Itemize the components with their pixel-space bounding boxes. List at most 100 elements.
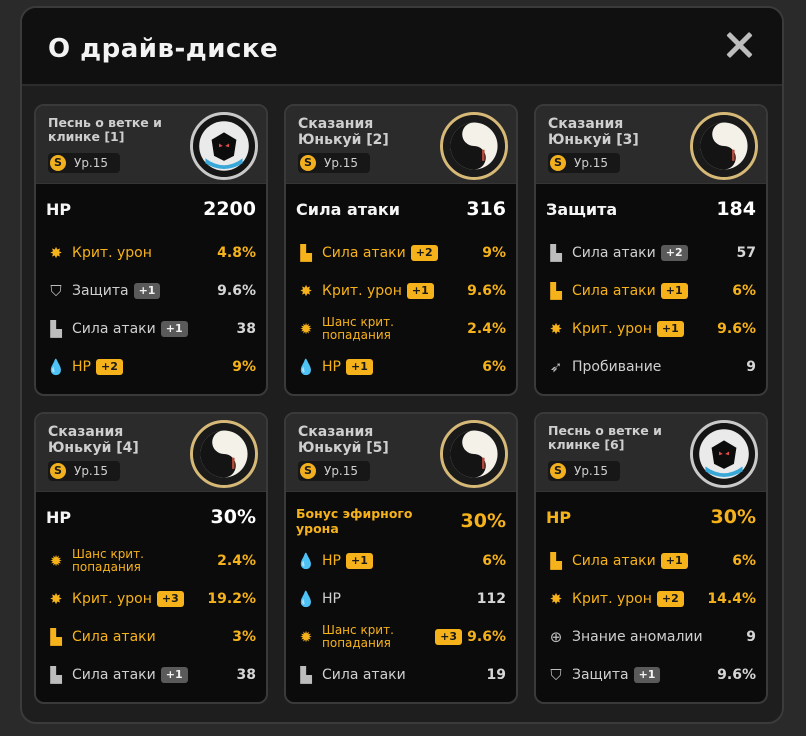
level-badge: S Ур.15	[548, 153, 620, 173]
sub-stat-label: Крит. урон	[72, 591, 152, 607]
upgrade-badge: +1	[633, 667, 661, 683]
disc-image	[440, 420, 508, 488]
disc-image	[690, 420, 758, 488]
main-stat-value: 2200	[203, 198, 256, 220]
drive-disc-card[interactable]: Сказания Юнькуй [4] S Ур.15 HP 30% ✹ Шанс крит…	[34, 412, 268, 704]
pen-icon: ➶	[549, 358, 563, 376]
drive-disc-card[interactable]: Сказания Юнькуй [3] S Ур.15 Защита 184 ▙ Сила …	[534, 104, 768, 396]
drive-disc-card[interactable]: Сказания Юнькуй [2] S Ур.15 Сила атаки 316 ▙ С…	[284, 104, 518, 396]
sub-stat-value: 9.6%	[717, 667, 756, 683]
drive-disc-card[interactable]: Песнь о ветке и клинке [6] S Ур.15 HP 30% ▙ Си…	[534, 412, 768, 704]
sub-stat-label: Сила атаки	[72, 667, 156, 683]
disc-name: Сказания Юнькуй [2]	[298, 116, 389, 148]
sub-stat-row: ✸ Крит. урон +3 19.2%	[46, 580, 256, 618]
level-badge: S Ур.15	[48, 461, 120, 481]
fist-icon: ▙	[50, 666, 62, 684]
drop-icon: 💧	[296, 552, 316, 570]
coin-icon: S	[300, 463, 316, 479]
level-badge: S Ур.15	[298, 153, 370, 173]
sub-stat-row: ▙ Сила атаки +2 9%	[296, 234, 506, 272]
sub-stat-value: 6%	[732, 553, 756, 569]
sub-stat-value: 38	[236, 321, 256, 337]
window-title: О драйв-диске	[48, 34, 279, 64]
crit-dmg-icon: ✸	[549, 320, 563, 338]
sub-stat-row: ✹ Шанс крит. попадания 2.4%	[296, 310, 506, 348]
sub-stat-value: 112	[476, 591, 506, 607]
upgrade-badge: +2	[410, 245, 438, 261]
sub-stat-row: ▙ Сила атаки +1 38	[46, 656, 256, 694]
sub-stat-value: 2.4%	[467, 321, 506, 337]
disc-image	[440, 112, 508, 180]
sub-stat-value: 19.2%	[207, 591, 256, 607]
sub-stat-value: 9	[746, 629, 756, 645]
close-icon[interactable]	[724, 30, 754, 60]
crit-dmg-icon: ✸	[549, 590, 563, 608]
card-header: Сказания Юнькуй [2] S Ур.15	[286, 106, 516, 184]
sub-stat-row: ⊕ Знание аномалии 9	[546, 618, 756, 656]
upgrade-badge: +2	[656, 591, 684, 607]
drive-disc-card[interactable]: Сказания Юнькуй [5] S Ур.15 Бонус эфирного …	[284, 412, 518, 704]
disc-name: Сказания Юнькуй [4]	[48, 424, 139, 456]
upgrade-badge: +1	[345, 553, 373, 569]
sub-stat-label: Знание аномалии	[572, 629, 703, 645]
coin-icon: S	[550, 155, 566, 171]
sub-stat-label: Сила атаки	[322, 245, 406, 261]
main-stat-label: HP	[546, 507, 572, 527]
main-stat: Бонус эфирного урона 30%	[296, 506, 506, 536]
sub-stat-value: 9%	[482, 245, 506, 261]
main-stat-value: 30%	[210, 506, 256, 528]
sub-stats: ✸ Крит. урон 4.8% ⛉ Защита +1 9.6% ▙ Сила атаки +…	[46, 234, 256, 386]
disc-name: Сказания Юнькуй [5]	[298, 424, 389, 456]
sub-stats: 💧 HP +1 6% 💧 HP 112 ✹ Шанс крит. попадания +3 9.6%…	[296, 542, 506, 694]
drive-disc-card[interactable]: Песнь о ветке и клинке [1] S Ур.15 HP 2200 ✸ К…	[34, 104, 268, 396]
upgrade-badge: +1	[160, 667, 188, 683]
sub-stat-value: 19	[486, 667, 506, 683]
fist-icon: ▙	[300, 666, 312, 684]
main-stat: HP 2200	[46, 198, 256, 220]
card-header: Сказания Юнькуй [5] S Ур.15	[286, 414, 516, 492]
fist-icon: ▙	[550, 244, 562, 262]
fist-icon: ▙	[50, 320, 62, 338]
sub-stat-label: Крит. урон	[572, 591, 652, 607]
sub-stat-value: 3%	[232, 629, 256, 645]
drive-disc-window: О драйв-диске Песнь о ветке и клинке [1]…	[20, 6, 784, 724]
sub-stat-label: Шанс крит. попадания	[322, 623, 394, 650]
anomaly-icon: ⊕	[549, 628, 563, 646]
crit-rate-icon: ✹	[49, 552, 63, 570]
disc-image	[190, 112, 258, 180]
card-header: Сказания Юнькуй [3] S Ур.15	[536, 106, 766, 184]
sub-stat-row: 💧 HP 112	[296, 580, 506, 618]
sub-stat-row: ▙ Сила атаки 3%	[46, 618, 256, 656]
sub-stat-value: 4.8%	[217, 245, 256, 261]
disc-grid: Песнь о ветке и клинке [1] S Ур.15 HP 2200 ✸ К…	[34, 104, 768, 704]
coin-icon: S	[550, 463, 566, 479]
sub-stat-row: ▙ Сила атаки +1 6%	[546, 542, 756, 580]
sub-stat-value: 6%	[732, 283, 756, 299]
sub-stat-value: 9.6%	[717, 321, 756, 337]
card-header: Песнь о ветке и клинке [1] S Ур.15	[36, 106, 266, 184]
sub-stat-label: Сила атаки	[72, 629, 156, 645]
level-badge: S Ур.15	[298, 461, 370, 481]
sub-stat-row: ✸ Крит. урон +1 9.6%	[546, 310, 756, 348]
level-text: Ур.15	[324, 464, 359, 478]
main-stat-value: 316	[466, 198, 506, 220]
window-header: О драйв-диске	[22, 8, 782, 86]
sub-stats: ▙ Сила атаки +2 9% ✸ Крит. урон +1 9.6% ✹ Шанс кр…	[296, 234, 506, 386]
sub-stat-label: Шанс крит. попадания	[322, 315, 394, 342]
main-stat: HP 30%	[46, 506, 256, 528]
fist-icon: ▙	[300, 244, 312, 262]
coin-icon: S	[50, 463, 66, 479]
disc-image	[690, 112, 758, 180]
sub-stat-row: ✸ Крит. урон +2 14.4%	[546, 580, 756, 618]
sub-stat-row: ⛉ Защита +1 9.6%	[46, 272, 256, 310]
sub-stat-label: Крит. урон	[322, 283, 402, 299]
level-badge: S Ур.15	[548, 461, 620, 481]
level-badge: S Ур.15	[48, 153, 120, 173]
sub-stat-value: 9%	[232, 359, 256, 375]
sub-stat-row: ▙ Сила атаки 19	[296, 656, 506, 694]
sub-stat-value: 9.6%	[467, 629, 506, 645]
sub-stat-value: 9.6%	[217, 283, 256, 299]
main-stat: Защита 184	[546, 198, 756, 220]
sub-stat-value: 9	[746, 359, 756, 375]
sub-stat-value: 2.4%	[217, 553, 256, 569]
